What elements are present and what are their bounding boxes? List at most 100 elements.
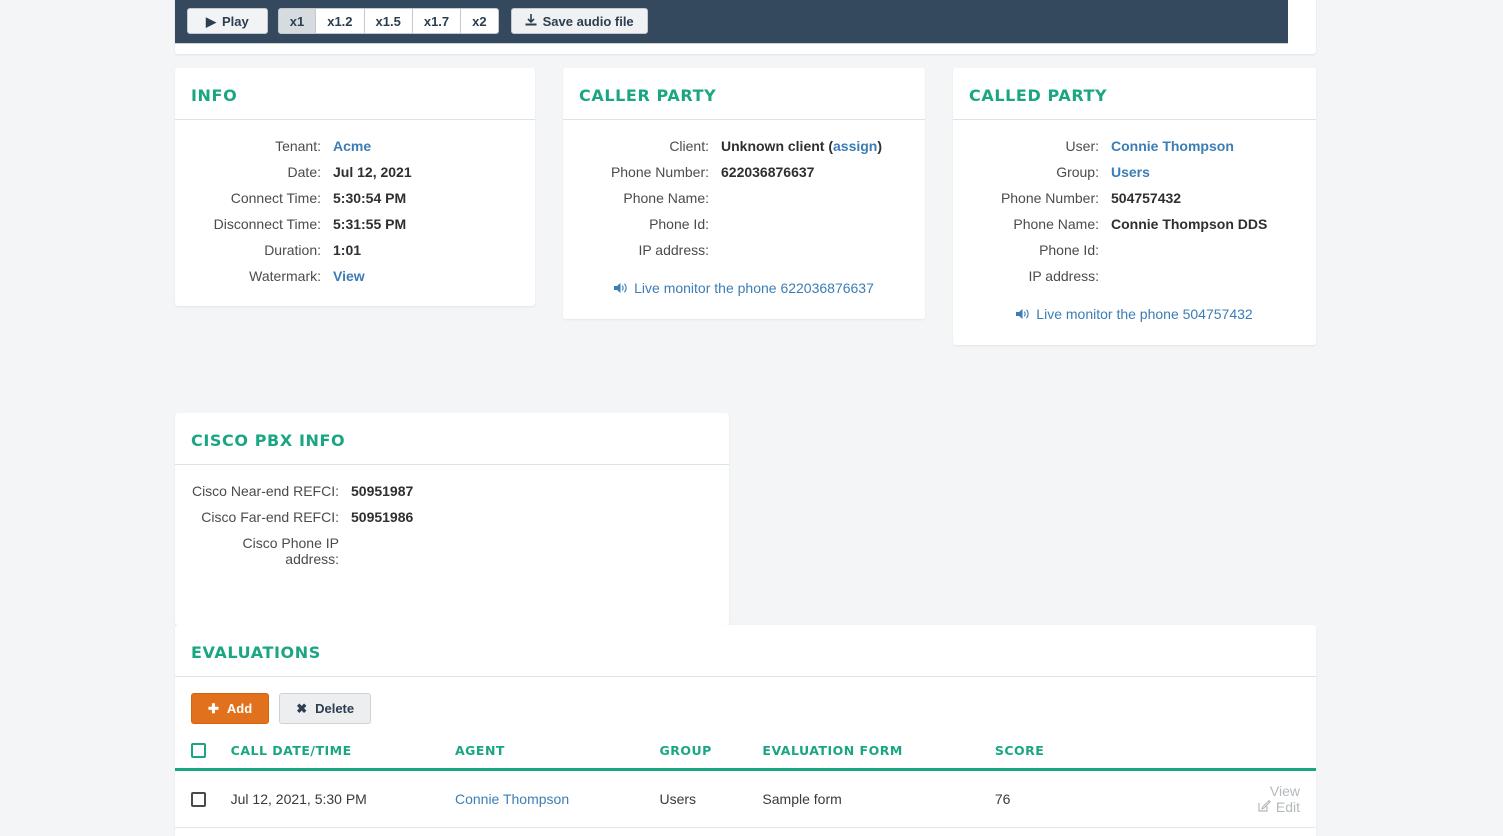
cisco-panel-body: Cisco Near-end REFCI: 50951987 Cisco Far… bbox=[175, 465, 729, 625]
select-all-checkbox[interactable] bbox=[191, 743, 206, 758]
cell-actions: View Edit bbox=[1233, 769, 1316, 828]
caller-live-monitor-label: Live monitor the phone 622036876637 bbox=[634, 280, 874, 296]
evaluations-panel-title: Evaluations bbox=[191, 643, 321, 662]
evaluations-table: Call Date/Time Agent Group Evaluation Fo… bbox=[175, 734, 1316, 836]
caller-live-monitor-link[interactable]: Live monitor the phone 622036876637 bbox=[614, 280, 874, 296]
cisco-panel-header: Cisco PBX Info bbox=[175, 413, 729, 465]
save-audio-file-button[interactable]: Save audio file bbox=[510, 8, 648, 34]
assign-client-link[interactable]: assign bbox=[833, 138, 877, 154]
info-row-duration: Duration: 1:01 bbox=[191, 242, 519, 258]
info-row-disconnect-time: Disconnect Time: 5:31:55 PM bbox=[191, 216, 519, 232]
speed-button-x2[interactable]: x2 bbox=[460, 8, 499, 34]
cell-agent: Connie Thompson bbox=[448, 769, 654, 828]
cell-group: Users bbox=[653, 769, 757, 828]
column-header-score[interactable]: Score bbox=[988, 734, 1234, 771]
info-label-watermark: Watermark: bbox=[249, 268, 321, 284]
call-details-page: ▶ Play x1 x1.2 x1.5 x1.7 x2 Save audio f… bbox=[0, 0, 1503, 836]
watermark-view-link[interactable]: View bbox=[333, 268, 365, 284]
info-value-disconnect-time: 5:31:55 PM bbox=[333, 216, 407, 232]
add-evaluation-button[interactable]: ✚ Add bbox=[191, 693, 270, 724]
speed-button-x1[interactable]: x1 bbox=[277, 8, 317, 34]
called-row-group: Group: Users bbox=[969, 164, 1300, 180]
row-select-cell bbox=[175, 827, 225, 836]
table-row[interactable]: Jul 12, 2021, 5:30 PM Connie Thompson Us… bbox=[175, 769, 1316, 828]
column-header-group[interactable]: Group bbox=[653, 734, 757, 771]
play-icon: ▶ bbox=[206, 13, 216, 29]
info-label-duration: Duration: bbox=[264, 242, 321, 258]
audio-player-bar: ▶ Play x1 x1.2 x1.5 x1.7 x2 Save audio f… bbox=[175, 0, 1288, 44]
called-panel-header: Called Party bbox=[953, 68, 1316, 120]
download-icon bbox=[525, 13, 537, 29]
cell-call-datetime: Jul 12, 2021, 5:30 PM bbox=[224, 769, 449, 828]
info-value-connect-time: 5:30:54 PM bbox=[333, 190, 407, 206]
called-value-phone-number: 504757432 bbox=[1111, 190, 1182, 206]
cisco-row-far-end-refci: Cisco Far-end REFCI: 50951986 bbox=[191, 509, 713, 525]
called-live-monitor-link[interactable]: Live monitor the phone 504757432 bbox=[1016, 306, 1253, 322]
speed-button-x1-5[interactable]: x1.5 bbox=[363, 8, 413, 34]
evaluations-table-body: Jul 12, 2021, 5:30 PM Connie Thompson Us… bbox=[175, 769, 1316, 836]
called-monitor-line: Live monitor the phone 504757432 bbox=[969, 306, 1300, 323]
caller-panel-title: Caller Party bbox=[579, 86, 717, 105]
called-value-user: Connie Thompson bbox=[1111, 138, 1300, 154]
cell-evaluation-form: Sample form bbox=[756, 769, 989, 828]
column-header-evaluation-form[interactable]: Evaluation Form bbox=[756, 734, 989, 771]
audio-player-card: ▶ Play x1 x1.2 x1.5 x1.7 x2 Save audio f… bbox=[175, 0, 1316, 54]
column-header-agent[interactable]: Agent bbox=[448, 734, 654, 771]
called-group-link[interactable]: Users bbox=[1111, 164, 1150, 180]
called-row-phone-id: Phone Id: bbox=[969, 242, 1300, 258]
cisco-row-near-end-refci: Cisco Near-end REFCI: 50951987 bbox=[191, 483, 713, 499]
evaluations-panel: Evaluations ✚ Add ✖ Delete Call Date/Tim… bbox=[175, 625, 1316, 836]
plus-icon: ✚ bbox=[208, 700, 219, 716]
cisco-pbx-info-panel: Cisco PBX Info Cisco Near-end REFCI: 509… bbox=[175, 413, 729, 625]
caller-label-ip-address: IP address: bbox=[638, 242, 709, 258]
info-panel: Info Tenant: Acme Date: Jul 12, 2021 Con… bbox=[175, 68, 535, 306]
player-controls: ▶ Play x1 x1.2 x1.5 x1.7 x2 Save audio f… bbox=[187, 8, 648, 34]
called-value-ip-address bbox=[1111, 268, 1300, 284]
evaluations-toolbar: ✚ Add ✖ Delete bbox=[175, 677, 1316, 734]
called-user-link[interactable]: Connie Thompson bbox=[1111, 138, 1234, 154]
caller-label-client: Client: bbox=[669, 138, 709, 154]
cisco-panel-title: Cisco PBX Info bbox=[191, 431, 346, 450]
called-panel-body: User: Connie Thompson Group: Users Phone… bbox=[953, 120, 1316, 345]
tenant-link[interactable]: Acme bbox=[333, 138, 371, 154]
cisco-label-near-end-refci: Cisco Near-end REFCI: bbox=[191, 483, 339, 499]
view-evaluation-link[interactable]: View bbox=[1270, 783, 1300, 799]
called-row-user: User: Connie Thompson bbox=[969, 138, 1300, 154]
column-header-call-datetime[interactable]: Call Date/Time bbox=[224, 734, 449, 771]
play-button[interactable]: ▶ Play bbox=[187, 8, 268, 34]
info-row-tenant: Tenant: Acme bbox=[191, 138, 519, 154]
called-panel-title: Called Party bbox=[969, 86, 1108, 105]
cell-agent: Connie Thompson bbox=[448, 827, 654, 836]
speaker-icon bbox=[614, 281, 628, 295]
speed-button-x1-2[interactable]: x1.2 bbox=[315, 8, 365, 34]
called-value-group: Users bbox=[1111, 164, 1300, 180]
caller-party-panel: Caller Party Client: Unknown client (ass… bbox=[563, 68, 925, 319]
delete-evaluation-button[interactable]: ✖ Delete bbox=[279, 693, 372, 724]
edit-evaluation-link[interactable]: Edit bbox=[1258, 799, 1300, 815]
info-value-watermark: View bbox=[333, 268, 519, 284]
called-party-panel: Called Party User: Connie Thompson Group… bbox=[953, 68, 1316, 345]
caller-row-phone-id: Phone Id: bbox=[579, 216, 909, 232]
caller-value-phone-id bbox=[721, 216, 909, 232]
save-audio-file-label: Save audio file bbox=[542, 13, 634, 29]
agent-link[interactable]: Connie Thompson bbox=[455, 791, 569, 807]
caller-value-ip-address bbox=[721, 242, 909, 258]
caller-row-ip-address: IP address: bbox=[579, 242, 909, 258]
caller-client-text: Unknown client ( bbox=[721, 138, 833, 154]
row-checkbox[interactable] bbox=[191, 792, 206, 808]
close-icon: ✖ bbox=[296, 700, 308, 716]
caller-monitor-line: Live monitor the phone 622036876637 bbox=[579, 280, 909, 297]
speaker-icon bbox=[1016, 307, 1030, 321]
table-row[interactable]: Jul 12, 2021, 5:30 PM Connie Thompson Us… bbox=[175, 827, 1316, 836]
column-header-actions bbox=[1233, 734, 1316, 771]
cisco-value-near-end-refci: 50951987 bbox=[351, 483, 414, 499]
row-select-cell bbox=[175, 769, 225, 828]
speed-button-x1-7[interactable]: x1.7 bbox=[411, 8, 462, 34]
info-row-connect-time: Connect Time: 5:30:54 PM bbox=[191, 190, 519, 206]
called-row-phone-name: Phone Name: Connie Thompson DDS bbox=[969, 216, 1300, 232]
info-panel-body: Tenant: Acme Date: Jul 12, 2021 Connect … bbox=[175, 120, 535, 306]
info-value-duration: 1:01 bbox=[333, 242, 362, 258]
caller-value-phone-number: 622036876637 bbox=[721, 164, 815, 180]
info-value-tenant: Acme bbox=[333, 138, 519, 154]
edit-evaluation-label: Edit bbox=[1275, 799, 1300, 815]
